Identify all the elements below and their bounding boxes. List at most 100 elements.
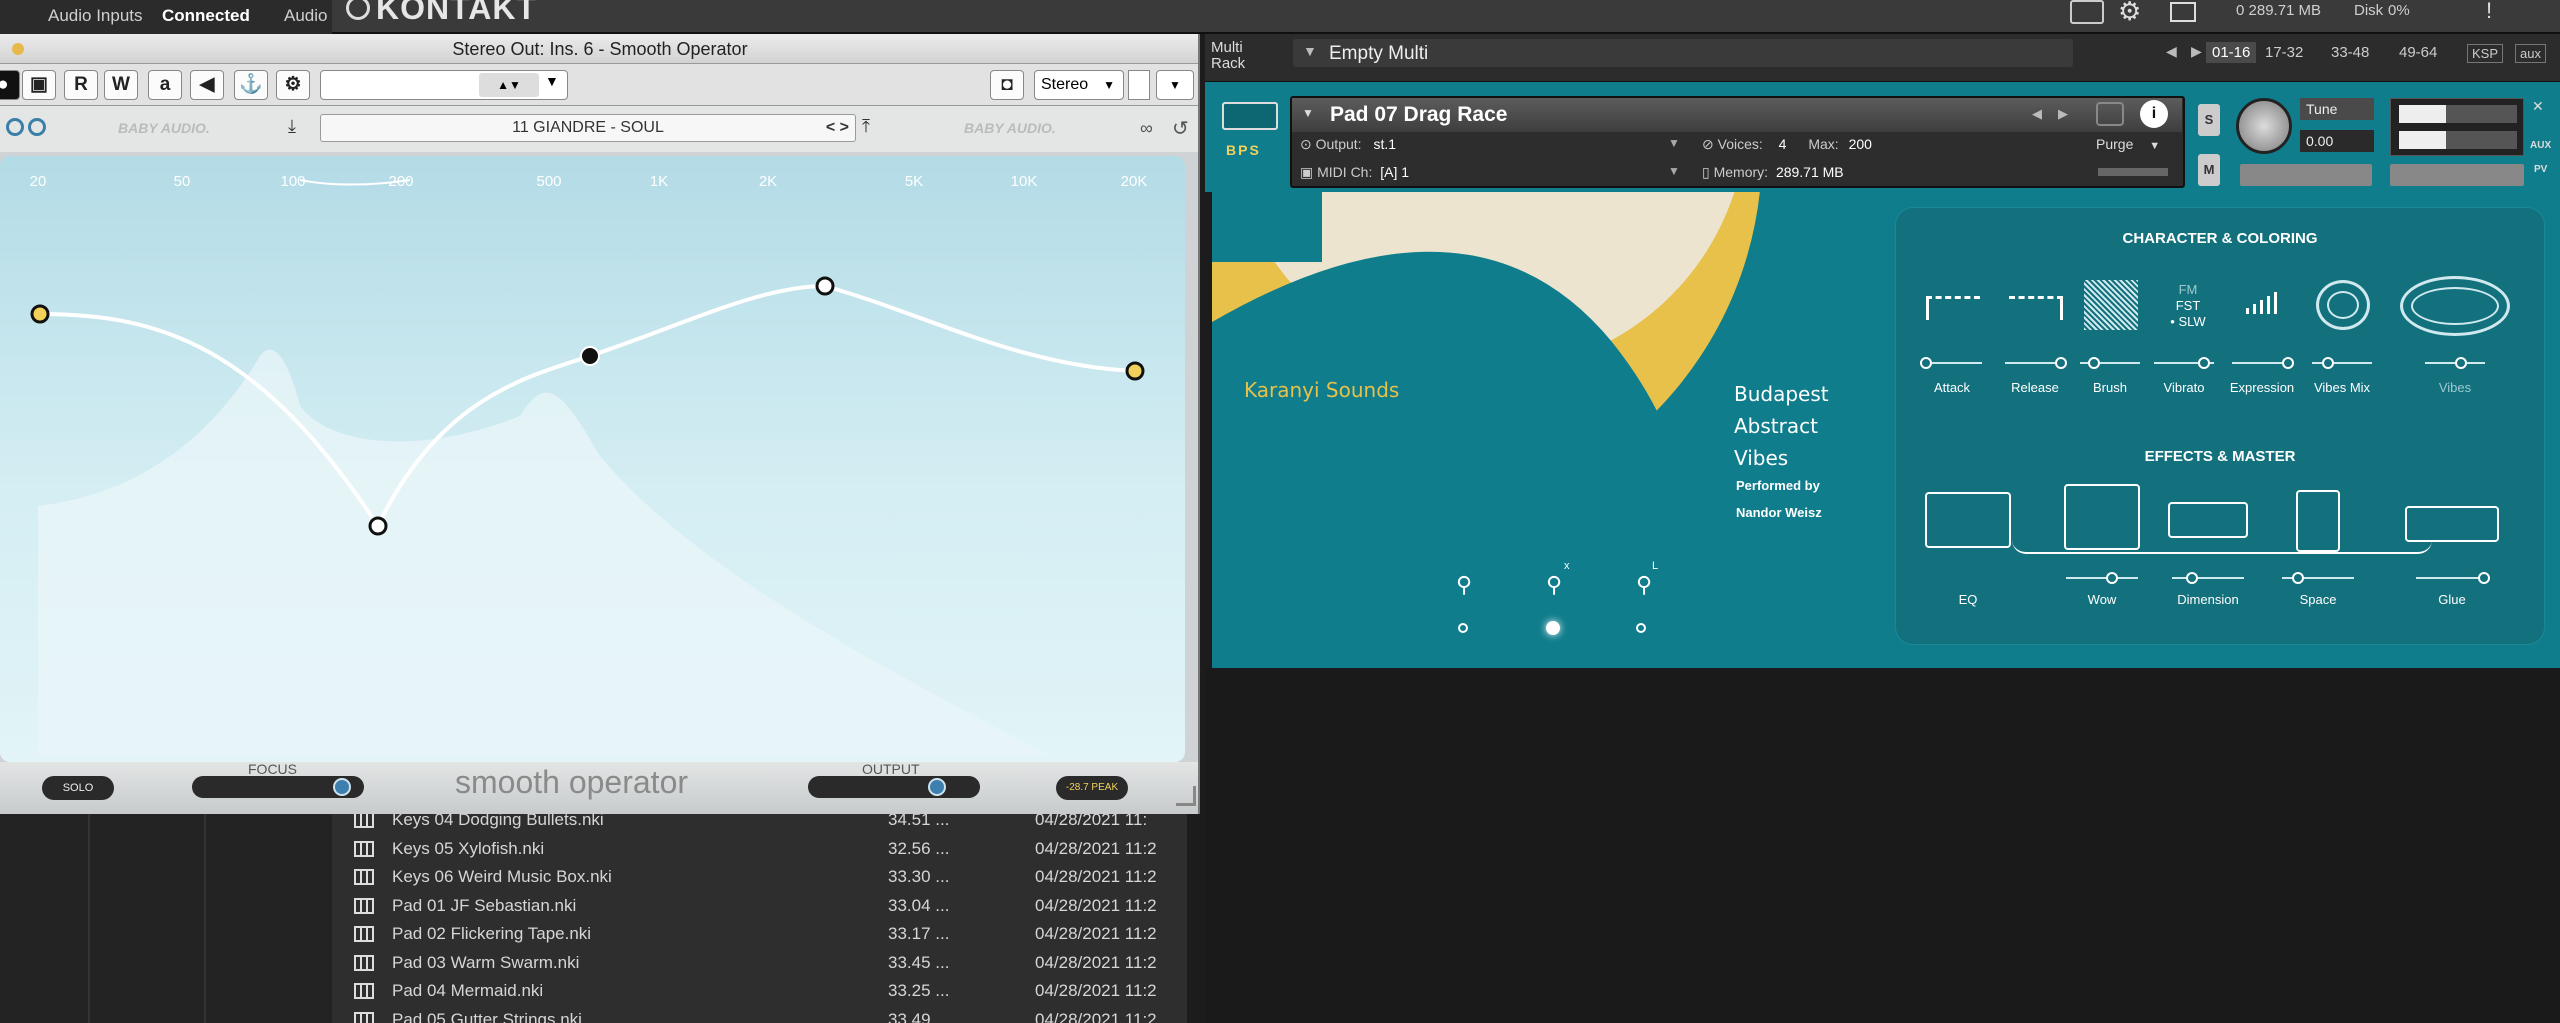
character-slider-knob[interactable] <box>2282 357 2294 369</box>
read-automation-button[interactable]: R <box>64 70 98 100</box>
alert-icon[interactable]: ! <box>2486 0 2492 24</box>
tune-value[interactable]: 0.00 <box>2300 130 2374 152</box>
power-button[interactable]: ● <box>0 70 20 100</box>
instrument-name-bar[interactable]: ▼ Pad 07 Drag Race ◀ ▶ i <box>1292 98 2182 132</box>
chain-link-icon[interactable]: ∞ <box>1140 118 1153 139</box>
rack-range-49-64[interactable]: 49-64 <box>2399 44 2437 61</box>
mic-3-icon[interactable]: ⚲ <box>1636 572 1654 600</box>
instrument-prev-icon[interactable]: ◀ <box>2032 106 2042 122</box>
compare-icon[interactable] <box>28 118 46 136</box>
solo-button[interactable]: SOLO <box>42 776 114 800</box>
preset-name[interactable]: 11 GIANDRE - SOUL < > <box>320 114 856 142</box>
vibrato-mode-icon[interactable]: FM FST • SLW <box>2158 282 2218 332</box>
rack-aux-button[interactable]: aux <box>2515 44 2546 63</box>
reset-icon[interactable]: ↺ <box>1172 116 1189 141</box>
midi-row[interactable]: ▣ MIDI Ch: [A] 1 <box>1300 164 1409 181</box>
multi-nav-left-icon[interactable]: ◀ <box>2166 43 2177 60</box>
vibrato-mode-fm[interactable]: FM <box>2158 282 2218 298</box>
expression-bars-icon[interactable] <box>2236 280 2290 330</box>
mic-1-icon[interactable]: ⚲ <box>1456 572 1474 600</box>
effect-slider-knob[interactable] <box>2186 572 2198 584</box>
browser-row[interactable]: Pad 03 Warm Swarm.nki 33.45 ... 04/28/2021… <box>340 949 1180 977</box>
audio-inputs-tab[interactable]: Audio Inputs <box>48 6 143 26</box>
character-slider[interactable] <box>2312 357 2372 369</box>
close-instrument-icon[interactable]: ✕ <box>2532 98 2552 116</box>
character-slider[interactable] <box>2425 357 2485 369</box>
character-slider-knob[interactable] <box>2322 357 2334 369</box>
resize-handle-icon[interactable] <box>1176 786 1196 806</box>
volume-slider[interactable] <box>2390 164 2524 186</box>
browser-row[interactable]: Keys 04 Dodging Bullets.nki 34.51 ... 04/2… <box>340 812 1180 834</box>
effect-slider-knob[interactable] <box>2478 572 2490 584</box>
pan-slider[interactable] <box>2240 164 2372 186</box>
dimension-unit-icon[interactable] <box>2168 502 2248 538</box>
download-icon[interactable]: ⤓ <box>288 116 296 137</box>
camera-icon[interactable]: ◘ <box>990 70 1024 100</box>
aux-label[interactable]: AUX <box>2530 140 2551 151</box>
rack-range-ksp[interactable]: KSP <box>2467 44 2504 63</box>
output-knob[interactable] <box>928 778 946 796</box>
character-slider[interactable] <box>2080 357 2140 369</box>
eq-node-3[interactable] <box>580 346 600 366</box>
info-icon[interactable]: i <box>2140 100 2168 128</box>
mic-3-radio[interactable] <box>1636 623 1646 633</box>
mic-1-radio[interactable] <box>1458 623 1468 633</box>
character-slider-knob[interactable] <box>2088 357 2100 369</box>
character-slider[interactable] <box>2005 357 2067 369</box>
eq-node-2[interactable] <box>368 516 388 536</box>
link-icon[interactable] <box>6 118 24 136</box>
release-envelope-icon[interactable] <box>2009 296 2063 320</box>
preset-nav-icon[interactable]: < > <box>826 115 849 141</box>
route-button[interactable]: ⚓ <box>234 70 268 100</box>
rack-range-33-48[interactable]: 33-48 <box>2331 44 2369 61</box>
effect-slider-knob[interactable] <box>2106 572 2118 584</box>
instrument-next-icon[interactable]: ▶ <box>2058 106 2068 122</box>
preset-dropdown-icon[interactable]: ▼ <box>545 73 559 89</box>
upload-icon[interactable]: ⤒ <box>862 116 870 137</box>
character-slider-knob[interactable] <box>2455 357 2467 369</box>
multi-nav-right-icon[interactable]: ▶ <box>2191 43 2202 60</box>
effect-slider-knob[interactable] <box>2292 572 2304 584</box>
rack-range-17-32[interactable]: 17-32 <box>2265 44 2303 61</box>
browser-row[interactable]: Pad 01 JF Sebastian.nki 33.04 ... 04/28/20… <box>340 892 1180 920</box>
save-icon[interactable] <box>2070 0 2104 24</box>
focus-slider[interactable] <box>192 776 364 798</box>
bypass-button[interactable]: ▣ <box>22 70 56 100</box>
preset-field[interactable]: ▲▼ ▼ <box>320 70 568 100</box>
extra-button[interactable] <box>1128 70 1150 100</box>
eq-node-5[interactable] <box>1125 361 1145 381</box>
tune-knob[interactable] <box>2236 98 2292 154</box>
eq-display[interactable]: 20 50 100 200 500 1K 2K 5K 10K 20K <box>0 156 1185 762</box>
solo-instrument-button[interactable]: S <box>2198 104 2220 136</box>
window-minimize-button[interactable] <box>12 43 24 55</box>
multi-name-field[interactable]: ▼ Empty Multi ◀ <box>1293 39 2236 67</box>
effect-slider[interactable] <box>2416 572 2490 584</box>
mute-instrument-button[interactable]: M <box>2198 154 2220 186</box>
output-row[interactable]: ⊙ Output: st.1 <box>1300 136 1396 153</box>
vibes-mix-rings-icon[interactable] <box>2316 280 2370 330</box>
connected-tab[interactable]: Connected <box>162 6 250 26</box>
character-slider[interactable] <box>2154 357 2214 369</box>
pv-label[interactable]: PV <box>2534 164 2547 175</box>
a-button[interactable]: a <box>148 70 182 100</box>
back-button[interactable]: ◀ <box>190 70 224 100</box>
attack-envelope-icon[interactable] <box>1926 296 1980 320</box>
multi-dropdown-icon[interactable]: ▼ <box>1303 43 1317 59</box>
mic-2-icon[interactable]: ⚲ <box>1546 572 1564 600</box>
view-icon[interactable] <box>2170 2 2196 22</box>
effect-slider[interactable] <box>2172 572 2244 584</box>
channel-select[interactable]: Stereo ▼ <box>1034 70 1124 100</box>
browser-row[interactable]: Pad 05 Gutter Strings.nki 33.49 ... 04/28/… <box>340 1006 1180 1023</box>
focus-knob[interactable] <box>333 778 351 796</box>
rack-range-01-16[interactable]: 01-16 <box>2206 42 2257 63</box>
effect-slider[interactable] <box>2066 572 2138 584</box>
effect-slider[interactable] <box>2282 572 2354 584</box>
purge-button[interactable]: Purge ▼ <box>2096 136 2160 152</box>
gear-icon[interactable]: ⚙ <box>2118 0 2141 27</box>
vibes-rings-icon[interactable] <box>2400 276 2510 336</box>
wrench-icon[interactable] <box>1222 102 1278 130</box>
glue-unit-icon[interactable] <box>2405 506 2499 542</box>
options-dropdown[interactable]: ▼ <box>1156 70 1194 100</box>
output-dropdown-icon[interactable]: ▼ <box>1668 136 1680 150</box>
eq-node-1[interactable] <box>30 304 50 324</box>
